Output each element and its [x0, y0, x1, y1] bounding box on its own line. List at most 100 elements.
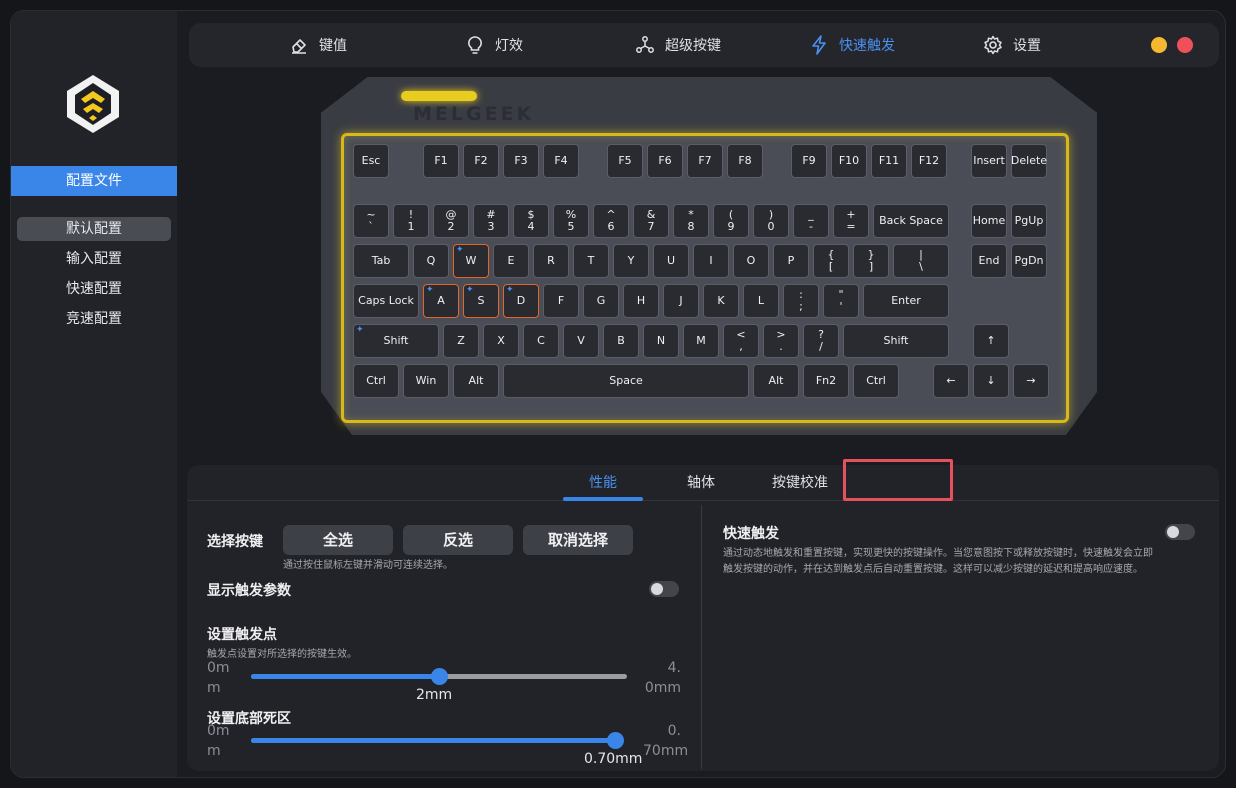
key-quote[interactable]: " ' — [823, 284, 859, 318]
key-insert[interactable]: Insert — [971, 144, 1007, 178]
invert-selection-button[interactable]: 反选 — [403, 525, 513, 555]
key-lctrl[interactable]: Ctrl — [353, 364, 399, 398]
key-rctrl[interactable]: Ctrl — [853, 364, 899, 398]
key-s[interactable]: ✦ S — [463, 284, 499, 318]
key-w[interactable]: ✦ W — [453, 244, 489, 278]
profile-item-racing[interactable]: 竞速配置 — [17, 307, 171, 331]
key-e[interactable]: E — [493, 244, 529, 278]
key-p[interactable]: P — [773, 244, 809, 278]
key-win[interactable]: Win — [403, 364, 449, 398]
key-6[interactable]: ^ 6 — [593, 204, 629, 238]
key-d[interactable]: ✦ D — [503, 284, 539, 318]
key-left[interactable]: ← — [933, 364, 969, 398]
key-c[interactable]: C — [523, 324, 559, 358]
key-3[interactable]: #3 — [473, 204, 509, 238]
key-h[interactable]: H — [623, 284, 659, 318]
key-8[interactable]: * 8 — [673, 204, 709, 238]
profile-item-fast[interactable]: 快速配置 — [17, 277, 171, 301]
rapid-trigger-toggle[interactable] — [1165, 524, 1195, 540]
key-esc[interactable]: Esc — [353, 144, 389, 178]
key-g[interactable]: G — [583, 284, 619, 318]
key-f11[interactable]: F11 — [871, 144, 907, 178]
key-comma[interactable]: <, — [723, 324, 759, 358]
key-a[interactable]: ✦ A — [423, 284, 459, 318]
key-f10[interactable]: F10 — [831, 144, 867, 178]
key-l[interactable]: L — [743, 284, 779, 318]
key-lshift[interactable]: ✦ Shift — [353, 324, 439, 358]
key-u[interactable]: U — [653, 244, 689, 278]
key-enter[interactable]: Enter — [863, 284, 949, 318]
deadzone-slider-thumb[interactable] — [607, 732, 624, 749]
key-f5[interactable]: F5 — [607, 144, 643, 178]
key-i[interactable]: I — [693, 244, 729, 278]
key-f3[interactable]: F3 — [503, 144, 539, 178]
key-f[interactable]: F — [543, 284, 579, 318]
profile-item-input[interactable]: 输入配置 — [17, 247, 171, 271]
key-tab[interactable]: Tab — [353, 244, 409, 278]
tab-switches[interactable]: 轴体 — [687, 465, 715, 501]
key-b[interactable]: B — [603, 324, 639, 358]
tab-calibration[interactable]: 按键校准 — [772, 465, 828, 501]
key-x[interactable]: X — [483, 324, 519, 358]
key-period[interactable]: >. — [763, 324, 799, 358]
key-n[interactable]: N — [643, 324, 679, 358]
profile-item-default[interactable]: 默认配置 — [17, 217, 171, 241]
nav-item-lighting[interactable]: 灯效 — [465, 23, 523, 67]
key-space[interactable]: Space — [503, 364, 749, 398]
key-j[interactable]: J — [663, 284, 699, 318]
key-0[interactable]: ) 0 — [753, 204, 789, 238]
key-minus[interactable]: _ - — [793, 204, 829, 238]
nav-item-superkeys[interactable]: 超级按键 — [635, 23, 721, 67]
key-f9[interactable]: F9 — [791, 144, 827, 178]
key-caps[interactable]: Caps Lock — [353, 284, 419, 318]
key-slash[interactable]: ? / — [803, 324, 839, 358]
nav-item-rapid-trigger[interactable]: 快速触发 — [809, 23, 895, 67]
key-f12[interactable]: F12 — [911, 144, 947, 178]
key-lbracket[interactable]: {[ — [813, 244, 849, 278]
key-m[interactable]: M — [683, 324, 719, 358]
key-grave[interactable]: ~ ` — [353, 204, 389, 238]
key-end[interactable]: End — [971, 244, 1007, 278]
key-delete[interactable]: Delete — [1011, 144, 1047, 178]
show-params-toggle[interactable] — [649, 581, 679, 597]
key-f8[interactable]: F8 — [727, 144, 763, 178]
key-z[interactable]: Z — [443, 324, 479, 358]
key-v[interactable]: V — [563, 324, 599, 358]
key-backslash[interactable]: | \ — [893, 244, 949, 278]
trigger-slider-thumb[interactable] — [431, 668, 448, 685]
key-9[interactable]: (9 — [713, 204, 749, 238]
key-5[interactable]: % 5 — [553, 204, 589, 238]
key-t[interactable]: T — [573, 244, 609, 278]
key-lalt[interactable]: Alt — [453, 364, 499, 398]
nav-item-keymap[interactable]: 键值 — [289, 23, 347, 67]
key-rbracket[interactable]: }] — [853, 244, 889, 278]
key-fn2[interactable]: Fn2 — [803, 364, 849, 398]
key-home[interactable]: Home — [971, 204, 1007, 238]
tab-performance[interactable]: 性能 — [589, 465, 617, 501]
key-1[interactable]: ! 1 — [393, 204, 429, 238]
key-k[interactable]: K — [703, 284, 739, 318]
key-q[interactable]: Q — [413, 244, 449, 278]
key-up[interactable]: ↑ — [973, 324, 1009, 358]
key-r[interactable]: R — [533, 244, 569, 278]
close-button[interactable] — [1177, 37, 1193, 53]
key-f2[interactable]: F2 — [463, 144, 499, 178]
key-ralt[interactable]: Alt — [753, 364, 799, 398]
key-pgup[interactable]: PgUp — [1011, 204, 1047, 238]
key-pgdn[interactable]: PgDn — [1011, 244, 1047, 278]
select-all-button[interactable]: 全选 — [283, 525, 393, 555]
key-backspace[interactable]: Back Space — [873, 204, 949, 238]
key-equal[interactable]: + = — [833, 204, 869, 238]
deadzone-slider[interactable] — [251, 732, 624, 749]
key-f6[interactable]: F6 — [647, 144, 683, 178]
key-f4[interactable]: F4 — [543, 144, 579, 178]
key-semicolon[interactable]: :; — [783, 284, 819, 318]
key-4[interactable]: $4 — [513, 204, 549, 238]
key-o[interactable]: O — [733, 244, 769, 278]
key-2[interactable]: @2 — [433, 204, 469, 238]
key-7[interactable]: & 7 — [633, 204, 669, 238]
trigger-point-slider[interactable] — [251, 668, 627, 685]
clear-selection-button[interactable]: 取消选择 — [523, 525, 633, 555]
key-right[interactable]: → — [1013, 364, 1049, 398]
key-rshift[interactable]: Shift — [843, 324, 949, 358]
